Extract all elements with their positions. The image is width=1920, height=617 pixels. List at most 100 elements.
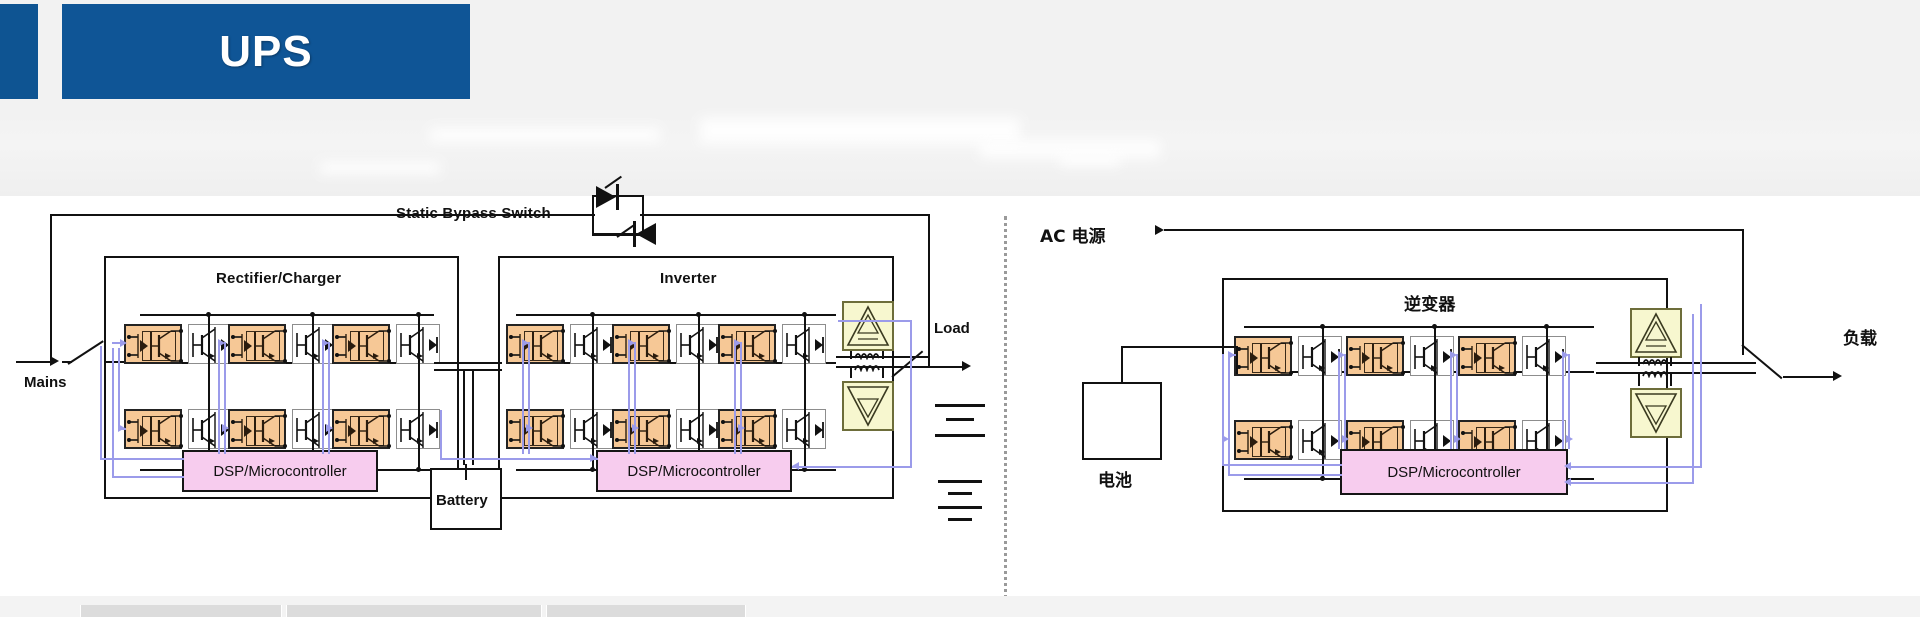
rect-leg-riser-2	[312, 314, 314, 364]
ctrl-bus-cn-1b-h	[1222, 464, 1342, 466]
ctrl-arrow	[1228, 351, 1235, 359]
ctrl-bus-cn-4	[1562, 354, 1564, 449]
junction-dot	[590, 467, 595, 472]
load-output-wire	[928, 366, 964, 368]
header-highlight-4	[320, 162, 440, 174]
inv-cn-leg-riser-2	[1434, 326, 1436, 373]
gate-driver-module	[124, 409, 183, 449]
inductor-coil-lower-cn-icon	[1642, 371, 1668, 378]
bypass-left-riser	[50, 214, 52, 362]
ctrl-feedback-inv-h	[792, 466, 912, 468]
bypass-out-wire	[640, 214, 930, 216]
load-arrow-head-cn	[1833, 371, 1842, 381]
dsp-microcontroller-rectifier[interactable]: DSP/Microcontroller	[182, 450, 378, 492]
junction-dot	[1320, 476, 1325, 481]
battery-tap-drop-2	[472, 369, 474, 465]
diagram-canvas: Static Bypass Switch Mains Rectifier/Cha…	[0, 175, 1920, 606]
ctrl-arrow	[628, 339, 635, 347]
ctrl-arrow	[120, 339, 127, 347]
label-inverter-cn: 逆变器	[1404, 295, 1456, 315]
ctrl-feedback-rect-h	[440, 458, 598, 460]
slide-header: UPS	[0, 0, 1920, 196]
igbt-cell	[1298, 336, 1342, 376]
battery-bus-riser	[1236, 346, 1238, 374]
gate-driver-symbol-icon	[127, 414, 183, 448]
gate-driver-module	[1234, 336, 1293, 376]
junction-dot	[696, 312, 701, 317]
header-highlight-1	[430, 128, 660, 142]
igbt-symbol-icon	[1414, 339, 1452, 375]
ctrl-bus-inv-1	[522, 342, 524, 454]
gate-driver-module	[228, 409, 287, 449]
gate-driver-module	[718, 324, 777, 364]
junction-dot	[590, 312, 595, 317]
ctrl-feedback-inv-top	[838, 320, 912, 322]
mains-arrow-head	[50, 356, 59, 366]
battery-plate-long-1-cn	[935, 404, 985, 407]
scr-bridge-wire	[592, 234, 644, 236]
amp-triangle-lower-icon	[1634, 393, 1678, 434]
gate-driver-symbol-icon	[1237, 425, 1293, 459]
diagram-divider	[1004, 216, 1007, 606]
inv-leg-riser-3	[804, 314, 806, 364]
inv-cn-dc-plus-rail	[1244, 326, 1594, 328]
ctrl-arrow	[590, 454, 597, 462]
junction-dot	[416, 467, 421, 472]
ctrl-bus-rect-2	[218, 342, 220, 454]
igbt-cell	[1298, 420, 1342, 460]
amp-triangle-upper-icon	[1634, 312, 1678, 353]
ac-source-arrow-head	[1155, 225, 1164, 235]
junction-dot	[1320, 324, 1325, 329]
battery-plate-long-1	[938, 480, 982, 483]
inv-leg-riser-1	[592, 314, 594, 364]
gate-driver-symbol-icon	[509, 414, 565, 448]
battery-plate-short-1	[948, 492, 972, 495]
filter-tap-dn-2	[882, 368, 884, 378]
amp-triangle-lower-icon	[846, 386, 890, 427]
battery-top-lead-cn	[1121, 346, 1123, 384]
gate-driver-module	[506, 409, 565, 449]
title-plate: UPS	[62, 4, 470, 99]
ctrl-arrow	[738, 424, 745, 432]
gate-driver-module	[718, 409, 777, 449]
load-disconnect-switch	[891, 350, 924, 378]
ctrl-arrow	[792, 462, 799, 470]
bypass-right-drop	[928, 214, 930, 346]
battery-plate-short-1-cn	[946, 418, 974, 421]
rect-leg-drop-3	[418, 362, 420, 470]
gate-driver-module	[332, 324, 391, 364]
inv-dc-plus-rail	[516, 314, 836, 316]
filter-tap-dn-cn-2	[1670, 374, 1672, 386]
ctrl-arrow	[632, 424, 639, 432]
ctrl-bus-inv-2b	[634, 342, 636, 454]
igbt-symbol-icon	[1526, 339, 1564, 375]
label-rectifier-charger: Rectifier/Charger	[216, 270, 342, 287]
load-node-riser	[928, 346, 930, 368]
filter-tap-up-cn	[1638, 357, 1640, 366]
header-highlight-5	[1060, 154, 1120, 166]
ctrl-arrow	[526, 424, 533, 432]
rect-leg-riser-3	[418, 314, 420, 364]
dsp-microcontroller-inverter[interactable]: DSP/Microcontroller	[596, 450, 792, 492]
dc-link-wire	[434, 362, 502, 364]
output-amplifier-block-lower	[842, 381, 894, 431]
inv-leg-riser-2	[698, 314, 700, 364]
gate-driver-module	[1458, 336, 1517, 376]
gate-driver-module	[1234, 420, 1293, 460]
dsp-label-cn: DSP/Microcontroller	[1387, 463, 1521, 481]
junction-dot	[310, 312, 315, 317]
igbt-symbol-icon	[1302, 423, 1340, 459]
inv-leg-drop-3	[804, 362, 806, 470]
gate-driver-module	[228, 324, 287, 364]
junction-dot	[206, 312, 211, 317]
ctrl-bus-cn-2	[1338, 354, 1340, 449]
dsp-microcontroller-cn[interactable]: DSP/Microcontroller	[1340, 449, 1568, 495]
ac-source-right-drop	[1742, 229, 1744, 355]
bottom-table-cell	[286, 605, 542, 617]
output-line-lower-cn	[1596, 372, 1756, 374]
ctrl-bus-inv-2	[628, 342, 630, 454]
gate-driver-symbol-icon	[1461, 341, 1517, 375]
inv-cn-leg-drop-1	[1322, 371, 1324, 479]
filter-tap-up	[850, 351, 852, 359]
ctrl-bus-cn-1-h	[1228, 474, 1342, 476]
